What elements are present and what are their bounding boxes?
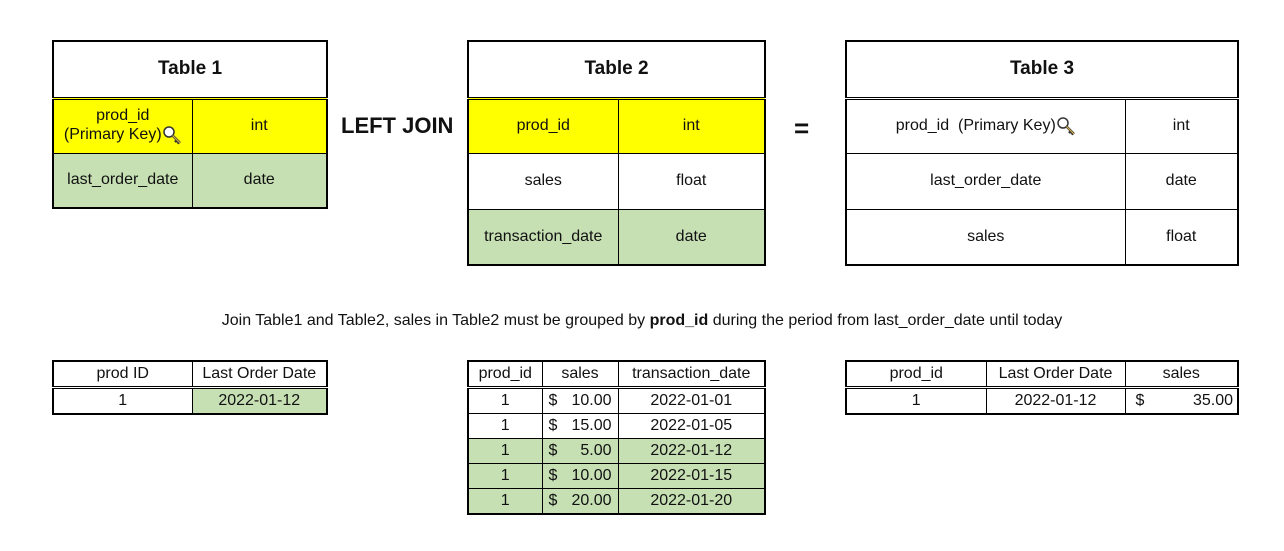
cell-sales: $20.00: [541, 488, 619, 515]
caption-text: during the period from last_order_date u…: [708, 312, 1063, 329]
currency-symbol: $: [548, 417, 558, 434]
cell-sales: $35.00: [1124, 387, 1239, 415]
cell-prod-id: 1: [467, 438, 543, 464]
cell-last-order-date: 2022-01-12: [985, 387, 1126, 415]
amount: 20.00: [571, 492, 612, 509]
table2-data: prod_id sales transaction_date 1 $10.00 …: [467, 360, 766, 515]
cell-prod-id: 1: [467, 387, 543, 414]
table-row: 1 $20.00 2022-01-20: [467, 488, 766, 515]
cell-sales: $5.00: [541, 438, 619, 464]
table2-schema: Table 2 prod_id int sales float transact…: [467, 40, 766, 266]
table2-field-sales: sales: [467, 152, 619, 210]
left-join-label: LEFT JOIN: [341, 113, 454, 138]
table2-type-prod-id: int: [617, 97, 766, 154]
amount: 15.00: [571, 417, 612, 434]
table1-schema: Table 1 prod_id (Primary Key) int last_o…: [52, 40, 328, 209]
cell-prod-id: 1: [467, 463, 543, 489]
table3-type-prod-id: int: [1124, 97, 1239, 154]
cell-transaction-date: 2022-01-12: [617, 438, 766, 464]
table1-data: prod ID Last Order Date 1 2022-01-12: [52, 360, 328, 415]
cell-transaction-date: 2022-01-20: [617, 488, 766, 515]
join-description: Join Table1 and Table2, sales in Table2 …: [0, 312, 1284, 330]
caption-bold-term: prod_id: [649, 312, 709, 329]
cell-prod-id: 1: [52, 387, 193, 415]
currency-symbol: $: [548, 492, 558, 509]
table1-title: Table 1: [52, 40, 328, 100]
table1-field-last-order-date: last_order_date: [52, 152, 193, 209]
amount: 10.00: [571, 467, 612, 484]
table1-type-last-order-date: date: [191, 152, 328, 209]
currency-symbol: $: [548, 442, 558, 459]
table-row: 1 2022-01-12 $35.00: [845, 387, 1239, 415]
equals-sign: =: [794, 113, 810, 143]
table3-field-sales: sales: [845, 208, 1126, 266]
amount: 35.00: [1192, 392, 1233, 409]
field-name: prod_id (Primary Key): [895, 117, 1056, 135]
cell-prod-id: 1: [467, 488, 543, 515]
column-header: prod ID: [52, 360, 193, 389]
cell-prod-id: 1: [467, 413, 543, 439]
cell-prod-id: 1: [845, 387, 987, 415]
cell-last-order-date: 2022-01-12: [191, 387, 328, 415]
table1-type-prod-id: int: [191, 97, 328, 154]
table-row: 1 $10.00 2022-01-15: [467, 463, 766, 489]
currency-symbol: $: [548, 467, 558, 484]
table3-field-prod-id: prod_id (Primary Key): [845, 97, 1126, 154]
column-header: transaction_date: [617, 360, 766, 389]
table3-type-last-order-date: date: [1124, 152, 1239, 210]
column-header: prod_id: [845, 360, 987, 389]
table3-type-sales: float: [1124, 208, 1239, 266]
column-header: Last Order Date: [191, 360, 328, 389]
amount: 10.00: [571, 392, 612, 409]
field-name: prod_id: [96, 107, 150, 124]
cell-sales: $15.00: [541, 413, 619, 439]
column-header: sales: [1124, 360, 1239, 389]
column-header: prod_id: [467, 360, 543, 389]
primary-key-label: (Primary Key): [63, 126, 162, 144]
table3-schema: Table 3 prod_id (Primary Key) int last_o…: [845, 40, 1239, 266]
column-header: sales: [541, 360, 619, 389]
table3-data: prod_id Last Order Date sales 1 2022-01-…: [845, 360, 1239, 415]
cell-transaction-date: 2022-01-01: [617, 387, 766, 414]
key-icon: [162, 125, 182, 145]
table2-field-transaction-date: transaction_date: [467, 208, 619, 266]
cell-sales: $10.00: [541, 463, 619, 489]
cell-transaction-date: 2022-01-15: [617, 463, 766, 489]
cell-transaction-date: 2022-01-05: [617, 413, 766, 439]
caption-text: Join Table1 and Table2, sales in Table2 …: [221, 312, 650, 329]
currency-symbol: $: [548, 392, 558, 409]
table2-field-prod-id: prod_id: [467, 97, 619, 154]
amount: 5.00: [580, 442, 612, 459]
table2-type-sales: float: [617, 152, 766, 210]
cell-sales: $10.00: [541, 387, 619, 414]
table-row: 1 $5.00 2022-01-12: [467, 438, 766, 464]
currency-symbol: $: [1135, 392, 1145, 409]
table-row: 1 $10.00 2022-01-01: [467, 387, 766, 414]
column-header: Last Order Date: [985, 360, 1126, 389]
table2-type-transaction-date: date: [617, 208, 766, 266]
table-row: 1 2022-01-12: [52, 387, 328, 415]
table3-title: Table 3: [845, 40, 1239, 100]
key-icon: [1056, 116, 1076, 136]
table1-field-prod-id: prod_id (Primary Key): [52, 97, 193, 154]
table3-field-last-order-date: last_order_date: [845, 152, 1126, 210]
table2-title: Table 2: [467, 40, 766, 100]
table-row: 1 $15.00 2022-01-05: [467, 413, 766, 439]
